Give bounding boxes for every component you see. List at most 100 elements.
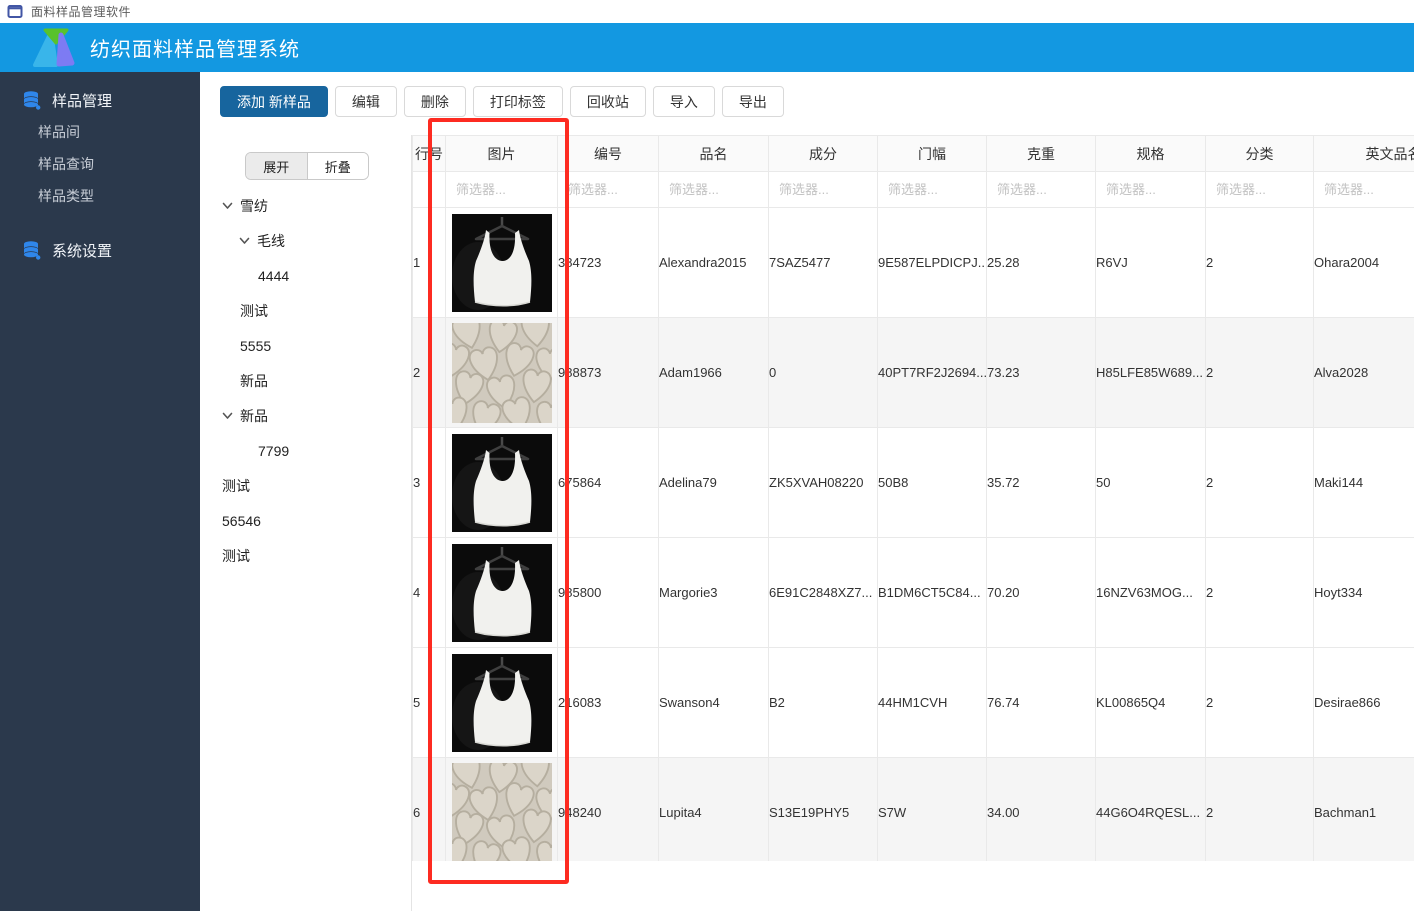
table-row[interactable]: 3 675864 Adelina79 ZK5XVAH08220 50B8 35.72 50… (412, 427, 1414, 538)
database-icon (24, 241, 41, 260)
column-header-width[interactable]: 门幅 (877, 135, 987, 172)
expand-collapse-toggle: 展开 折叠 (245, 152, 369, 180)
column-header-row-no[interactable]: 行号 (412, 135, 446, 172)
table-row[interactable]: 5 216083 Swanson4 B2 44HM1CVH 76.74 KL00865Q4… (412, 647, 1414, 758)
filter-cell-english-name (1313, 171, 1414, 208)
sample-table-wrap: 行号图片编号品名成分门幅克重规格分类英文品名 1 384723Alexandra… (412, 135, 1414, 861)
filter-input-composition[interactable] (769, 181, 877, 197)
chevron-down-icon[interactable] (222, 412, 233, 420)
cell-composition: 7SAZ5477 (768, 207, 878, 318)
table-row[interactable]: 1 384723 Alexandra2015 7SAZ5477 9E587ELPDIC… (412, 207, 1414, 318)
tree-node-测试[interactable]: 测试 (200, 468, 411, 503)
window-icon[interactable] (7, 4, 23, 19)
tank-top-image (451, 653, 552, 752)
filter-cell-composition (768, 171, 878, 208)
table-row[interactable]: 4 985800 Margorie3 6E91C2848XZ7... B1DM6CT5… (412, 537, 1414, 648)
filter-input-english-name[interactable] (1314, 181, 1414, 197)
column-header-spec[interactable]: 规格 (1095, 135, 1206, 172)
sidebar-item-sample-query[interactable]: 样品查询 (0, 148, 200, 180)
table-row[interactable]: 2 988873 Adam1966 0 40PT7RF2J2694... 73.23 H8… (412, 317, 1414, 428)
cell-category: 2 (1205, 317, 1314, 428)
filter-input-code[interactable] (558, 181, 658, 197)
sidebar-item-system-settings[interactable]: 系统设置 (0, 234, 200, 266)
tree-node-测试[interactable]: 测试 (200, 293, 411, 328)
cell-width: 50B8 (877, 427, 987, 538)
filter-cell-width (877, 171, 987, 208)
cell-english-name: Desirae866 (1313, 647, 1414, 758)
cell-english-name: Maki144 (1313, 427, 1414, 538)
tree-node-label: 测试 (240, 302, 268, 319)
filter-input-width[interactable] (878, 181, 986, 197)
collapse-button[interactable]: 折叠 (306, 153, 368, 179)
cell-spec: H85LFE85W689... (1095, 317, 1206, 428)
filter-input-weight[interactable] (987, 181, 1095, 197)
column-header-code[interactable]: 编号 (557, 135, 659, 172)
cell-composition: 0 (768, 317, 878, 428)
sidebar-item-sample-type[interactable]: 样品类型 (0, 180, 200, 212)
cell-row-no: 6 (412, 757, 446, 861)
cell-weight: 35.72 (986, 427, 1096, 538)
table-row[interactable]: 6 948240 Lupita4 S13E19PHY5 S7W 34.00 44G6O4R… (412, 757, 1414, 861)
filter-cell-spec (1095, 171, 1206, 208)
tree-node-label: 4444 (258, 267, 290, 284)
cell-image-tank-top (445, 427, 558, 538)
tree-node-雪纺[interactable]: 雪纺 (200, 188, 411, 223)
sidebar-item-sample-room[interactable]: 样品间 (0, 116, 200, 148)
filter-input-spec[interactable] (1096, 181, 1205, 197)
column-header-composition[interactable]: 成分 (768, 135, 878, 172)
tree-node-label: 测试 (222, 547, 250, 564)
export-button[interactable]: 导出 (721, 86, 784, 117)
heart-quilt-image (451, 762, 552, 861)
heart-quilt-image (451, 322, 552, 423)
tree-node-7799[interactable]: 7799 (200, 433, 411, 468)
edit-button[interactable]: 编辑 (334, 86, 397, 117)
cell-english-name: Hoyt334 (1313, 537, 1414, 648)
tree-node-label: 5555 (240, 337, 272, 354)
cell-category: 2 (1205, 207, 1314, 318)
tree-node-5555[interactable]: 5555 (200, 328, 411, 363)
filter-cell-image (445, 171, 558, 208)
cell-spec: KL00865Q4 (1095, 647, 1206, 758)
filter-cell-category (1205, 171, 1314, 208)
delete-button[interactable]: 删除 (403, 86, 466, 117)
add-new-sample-button[interactable]: 添加 新样品 (220, 86, 328, 117)
column-header-image[interactable]: 图片 (445, 135, 558, 172)
cell-weight: 76.74 (986, 647, 1096, 758)
chevron-down-icon[interactable] (222, 202, 233, 210)
cell-name: Margorie3 (658, 537, 769, 648)
tree-node-label: 7799 (258, 442, 290, 459)
sidebar-item-label: 系统设置 (52, 242, 113, 260)
print-label-button[interactable]: 打印标签 (472, 86, 563, 117)
filter-input-category[interactable] (1206, 181, 1313, 197)
column-header-english-name[interactable]: 英文品名 (1313, 135, 1414, 172)
sidebar-item-label: 样品类型 (38, 188, 94, 204)
chevron-down-icon[interactable] (239, 237, 250, 245)
database-icon (24, 91, 41, 110)
cell-composition: 6E91C2848XZ7... (768, 537, 878, 648)
cell-image-tank-top (445, 647, 558, 758)
tree-node-56546[interactable]: 56546 (200, 503, 411, 538)
column-header-name[interactable]: 品名 (658, 135, 769, 172)
cell-category: 2 (1205, 427, 1314, 538)
cell-image-tank-top (445, 207, 558, 318)
filter-input-name[interactable] (659, 181, 768, 197)
tree-node-毛线[interactable]: 毛线 (200, 223, 411, 258)
tree-node-测试[interactable]: 测试 (200, 538, 411, 573)
tree-node-新品[interactable]: 新品 (200, 363, 411, 398)
tree-node-label: 新品 (240, 372, 268, 389)
import-button[interactable]: 导入 (652, 86, 715, 117)
sidebar-item-sample-management[interactable]: 样品管理 (0, 84, 200, 116)
tree-node-4444[interactable]: 4444 (200, 258, 411, 293)
cell-weight: 25.28 (986, 207, 1096, 318)
column-header-weight[interactable]: 克重 (986, 135, 1096, 172)
expand-button[interactable]: 展开 (246, 153, 307, 179)
filter-input-image[interactable] (446, 181, 556, 197)
cell-code: 985800 (557, 537, 659, 648)
sidebar-item-label: 样品管理 (52, 92, 113, 110)
recycle-bin-button[interactable]: 回收站 (569, 86, 646, 117)
tree-node-新品[interactable]: 新品 (200, 398, 411, 433)
cell-spec: R6VJ (1095, 207, 1206, 318)
category-tree: 雪纺 毛线 4444 测试 5555 新品 新品 7799 测试 56546 测试 (200, 188, 411, 573)
column-header-category[interactable]: 分类 (1205, 135, 1314, 172)
cell-composition: S13E19PHY5 (768, 757, 878, 861)
